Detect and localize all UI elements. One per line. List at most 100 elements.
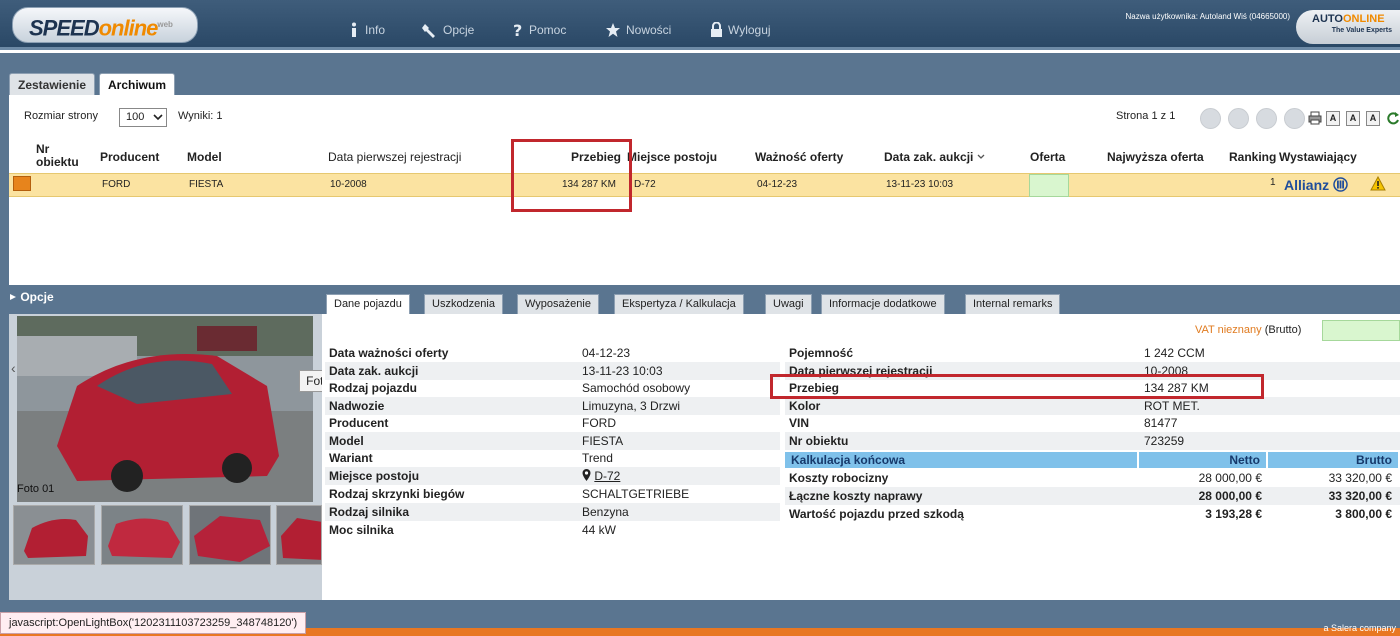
opcje-toggle[interactable]: Opcje (9, 290, 54, 304)
tab-archiwum[interactable]: Archiwum (99, 73, 176, 96)
last-page-button[interactable] (1284, 108, 1305, 129)
col-model[interactable]: Model (187, 150, 222, 164)
first-page-button[interactable] (1200, 108, 1221, 129)
status-bar: javascript:OpenLightBox('120231110372325… (0, 612, 307, 634)
col-miejsce-postoju[interactable]: Miejsce postoju (627, 150, 717, 164)
tab-informacje-dodatkowe[interactable]: Informacje dodatkowe (821, 294, 945, 314)
cell-waznosc-oferty: 04-12-23 (757, 179, 798, 190)
allianz-eagle-icon (1333, 177, 1348, 192)
wrench-icon (422, 24, 435, 38)
chevron-down-icon (153, 114, 163, 121)
col-najwyzsza-oferta[interactable]: Najwyższa oferta (1107, 150, 1204, 164)
tab-zestawienie[interactable]: Zestawienie (9, 73, 96, 95)
photo-caption: Foto 01 (17, 483, 55, 495)
col-producent[interactable]: Producent (100, 150, 159, 164)
vehicle-photo[interactable] (17, 316, 313, 502)
tab-internal-remarks[interactable]: Internal remarks (965, 294, 1061, 314)
speedonline-logo[interactable]: SPEEDonlineweb (12, 7, 198, 43)
font-medium-button[interactable]: A (1346, 111, 1360, 126)
field-row: Pojemność 1 242 CCM (789, 346, 1205, 360)
field-row: Data zak. aukcji 13-11-23 10:03 (325, 362, 780, 380)
car-thumbnail-icon[interactable] (13, 176, 31, 191)
kalkulacja-header: Kalkulacja końcowa (785, 452, 1137, 468)
photo-thumbnail[interactable] (276, 505, 322, 565)
col-oferta[interactable]: Oferta (1030, 150, 1065, 164)
photo-thumbnail[interactable] (101, 505, 183, 565)
sort-down-icon (977, 154, 985, 159)
map-pin-icon (582, 469, 591, 481)
print-icon[interactable] (1308, 111, 1322, 125)
top-bar (0, 0, 1400, 50)
brutto-header: Brutto (1268, 452, 1398, 468)
tab-uwagi[interactable]: Uwagi (765, 294, 812, 314)
page-info: Strona 1 z 1 (1116, 110, 1176, 122)
col-nr-obiektu[interactable]: Nr obiektu (36, 143, 86, 169)
col-wystawiajacy[interactable]: Wystawiający (1279, 150, 1357, 164)
tab-dane-pojazdu[interactable]: Dane pojazdu (326, 294, 410, 314)
cell-producent: FORD (102, 179, 131, 190)
col-ranking[interactable]: Ranking (1229, 150, 1276, 164)
question-icon: ? (513, 22, 522, 38)
photo-prev-arrow[interactable]: ‹ (11, 360, 16, 376)
cell-model: FIESTA (189, 179, 224, 190)
field-row: Rodzaj silnika Benzyna (325, 503, 780, 521)
cell-data-zak-aukcji: 13-11-23 10:03 (886, 179, 954, 190)
lock-icon (711, 22, 722, 37)
tab-wyposazenie[interactable]: Wyposażenie (517, 294, 599, 314)
photo-thumbnail[interactable] (13, 505, 95, 565)
vat-info: VAT nieznany (Brutto) (1195, 324, 1302, 336)
col-data-rejestracji[interactable]: Data pierwszej rejestracji (328, 150, 461, 164)
page-size-label: Rozmiar strony (24, 110, 98, 122)
field-row: Moc silnika 44 kW (329, 523, 617, 537)
highlight-przebieg-detail (770, 374, 1264, 399)
cell-miejsce-postoju: D-72 (634, 179, 656, 190)
field-row: Data ważności oferty 04-12-23 (329, 346, 631, 360)
field-row: Producent FORD (329, 416, 616, 430)
star-icon (606, 23, 620, 37)
field-row: Kolor ROT MET. (785, 397, 1400, 415)
calc-row: Wartość pojazdu przed szkodą 3 193,28 €3 … (789, 507, 1392, 521)
offer-input[interactable] (1029, 174, 1069, 197)
field-row: Wariant Trend (329, 451, 613, 465)
nav-nowosci[interactable]: Nowości (605, 22, 671, 38)
tab-uszkodzenia[interactable]: Uszkodzenia (424, 294, 503, 314)
font-large-button[interactable]: A (1366, 111, 1380, 126)
allianz-logo: Allianz (1284, 177, 1348, 193)
info-icon (352, 22, 356, 37)
autoonline-logo: AUTOONLINE The Value Experts (1296, 10, 1400, 44)
nav-pomoc[interactable]: ? Pomoc (512, 22, 566, 38)
results-count: Wyniki: 1 (178, 110, 223, 122)
page-size-select[interactable]: 100 (119, 108, 167, 127)
location-link[interactable]: D-72 (582, 469, 620, 483)
nav-opcje[interactable]: Opcje (422, 22, 474, 38)
refresh-icon[interactable] (1386, 111, 1400, 125)
netto-header: Netto (1139, 452, 1266, 468)
cell-ranking: 1 (1270, 177, 1276, 188)
nav-info[interactable]: Info (348, 22, 385, 38)
field-row: Rodzaj skrzynki biegów SCHALTGETRIEBE (329, 487, 690, 501)
prev-page-button[interactable] (1228, 108, 1249, 129)
warning-icon[interactable] (1370, 176, 1386, 191)
font-small-button[interactable]: A (1326, 111, 1340, 126)
calc-row: Koszty robocizny 28 000,00 €33 320,00 € (789, 471, 1392, 485)
user-info: Nazwa użytkownika: Autoland Wiś (0466500… (1125, 12, 1290, 21)
field-row: Nadwozie Limuzyna, 3 Drzwi (325, 397, 780, 415)
vat-box (1322, 320, 1400, 341)
photo-thumbnail[interactable] (189, 505, 271, 565)
col-data-zak-aukcji[interactable]: Data zak. aukcji (884, 150, 985, 164)
field-row: Nr obiektu 723259 (785, 432, 1400, 450)
salera-note: a Salera company (1323, 623, 1396, 633)
highlight-przebieg-list (511, 139, 632, 212)
calc-row: Łączne koszty naprawy 28 000,00 €33 320,0… (785, 487, 1400, 505)
field-row: Rodzaj pojazdu Samochód osobowy (329, 381, 691, 395)
field-row: Model FIESTA (325, 432, 780, 450)
tab-ekspertyza[interactable]: Ekspertyza / Kalkulacja (614, 294, 744, 314)
next-page-button[interactable] (1256, 108, 1277, 129)
cell-data-rejestracji: 10-2008 (330, 179, 367, 190)
svg-text:?: ? (513, 22, 522, 38)
col-waznosc-oferty[interactable]: Ważność oferty (755, 150, 843, 164)
nav-wyloguj[interactable]: Wyloguj (710, 22, 771, 38)
field-row: VIN 81477 (789, 416, 1178, 430)
field-row: Miejsce postoju D-72 (325, 467, 780, 485)
triangle-right-icon (10, 294, 16, 300)
